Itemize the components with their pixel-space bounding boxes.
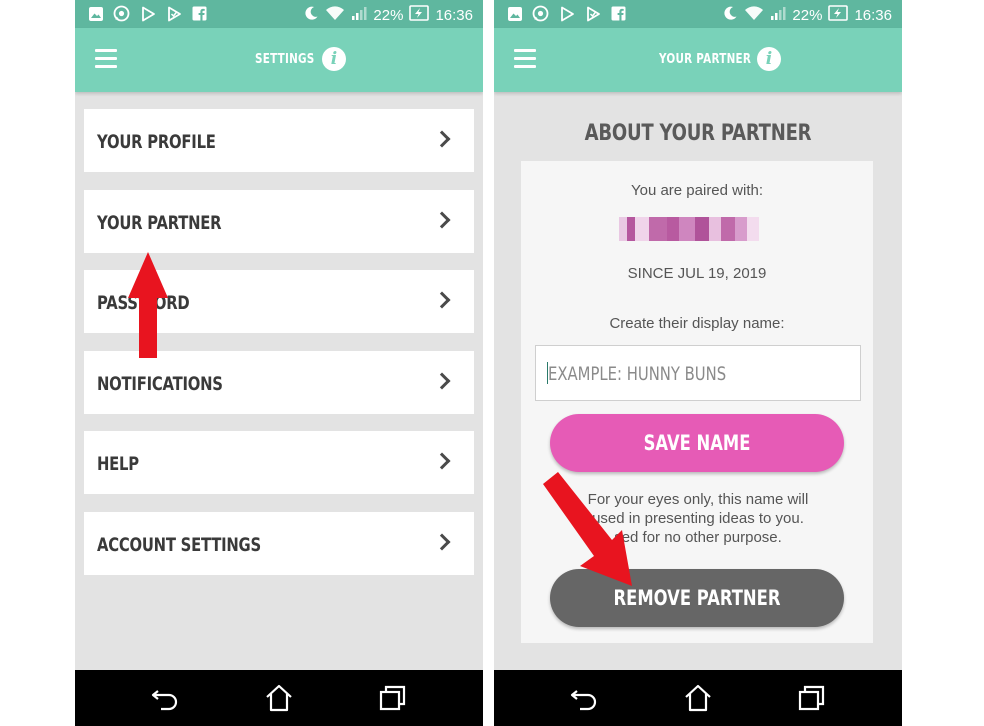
whatsapp-icon [113, 5, 130, 22]
system-status: 22% 16:36 [303, 4, 473, 26]
menu-item-password[interactable]: PASSWORD [84, 270, 474, 333]
status-bar: 22% 16:36 [494, 0, 902, 28]
save-name-label: SAVE NAME [643, 431, 751, 455]
menu-item-notifications[interactable]: NOTIFICATIONS [84, 351, 474, 414]
signal-icon [770, 5, 786, 25]
battery-percent: 22% [792, 6, 823, 24]
notification-icons [506, 5, 627, 22]
back-icon[interactable] [149, 682, 181, 714]
paired-since-date: SINCE JUL 19, 2019 [627, 265, 767, 282]
status-bar: 22% 16:36 [75, 0, 483, 28]
chevron-right-icon [433, 211, 451, 229]
play-store-icon [165, 5, 182, 22]
menu-item-label: HELP [97, 453, 139, 475]
facebook-icon [191, 5, 208, 22]
menu-item-help[interactable]: HELP [84, 431, 474, 494]
menu-item-label: YOUR PARTNER [97, 212, 222, 234]
system-status: 22% 16:36 [722, 4, 892, 26]
display-name-note: For your eyes only, this name will used … [551, 490, 845, 547]
page-title: YOUR PARTNER [659, 52, 752, 67]
remove-partner-button[interactable]: REMOVE PARTNER [550, 569, 844, 627]
app-bar: YOUR PARTNER i [494, 28, 902, 92]
whatsapp-icon [532, 5, 549, 22]
app-bar: SETTINGS i [75, 28, 483, 92]
recents-icon[interactable] [377, 682, 409, 714]
partner-screen: 22% 16:36 YOUR PARTNER i ABOUT YOUR PART… [494, 0, 902, 726]
navigation-bar [75, 670, 483, 726]
clock: 16:36 [854, 6, 892, 24]
menu-item-your-profile[interactable]: YOUR PROFILE [84, 109, 474, 172]
display-name-label: Create their display name: [609, 315, 785, 332]
menu-item-label: YOUR PROFILE [97, 131, 216, 153]
moon-icon [303, 5, 319, 25]
paired-with-label: You are paired with: [630, 182, 764, 199]
play-store-icon [558, 5, 575, 22]
back-icon[interactable] [568, 682, 600, 714]
home-icon[interactable] [263, 682, 295, 714]
chevron-right-icon [433, 533, 451, 551]
info-icon[interactable]: i [322, 47, 346, 71]
display-name-input[interactable]: EXAMPLE: HUNNY BUNS [535, 345, 861, 401]
menu-item-label: NOTIFICATIONS [97, 373, 223, 395]
menu-icon[interactable] [95, 49, 117, 69]
note-line: For your eyes only, this name will [587, 491, 809, 508]
page-title: SETTINGS [255, 52, 315, 67]
battery-icon [828, 4, 849, 26]
chevron-right-icon [433, 372, 451, 390]
battery-percent: 22% [373, 6, 404, 24]
play-store-icon [584, 5, 601, 22]
navigation-bar [494, 670, 902, 726]
partner-name-pixelated [619, 217, 773, 241]
partner-card: You are paired with: SINCE JUL 19, 2019 … [521, 161, 873, 643]
menu-item-your-partner[interactable]: YOUR PARTNER [84, 190, 474, 253]
gallery-icon [87, 5, 104, 22]
signal-icon [351, 5, 367, 25]
section-title: ABOUT YOUR PARTNER [584, 121, 812, 146]
play-store-icon [139, 5, 156, 22]
gallery-icon [506, 5, 523, 22]
notification-icons [87, 5, 208, 22]
info-icon[interactable]: i [757, 47, 781, 71]
moon-icon [722, 5, 738, 25]
chevron-right-icon [433, 452, 451, 470]
clock: 16:36 [435, 6, 473, 24]
settings-screen: 22% 16:36 SETTINGS i YOUR PROFILE YOUR P… [75, 0, 483, 726]
battery-icon [409, 4, 430, 26]
home-icon[interactable] [682, 682, 714, 714]
facebook-icon [610, 5, 627, 22]
wifi-icon [325, 5, 345, 25]
menu-item-account-settings[interactable]: ACCOUNT SETTINGS [84, 512, 474, 575]
display-name-placeholder: EXAMPLE: HUNNY BUNS [548, 363, 727, 385]
remove-partner-label: REMOVE PARTNER [613, 586, 781, 610]
chevron-right-icon [433, 130, 451, 148]
chevron-right-icon [433, 291, 451, 309]
menu-icon[interactable] [514, 49, 536, 69]
recents-icon[interactable] [796, 682, 828, 714]
save-name-button[interactable]: SAVE NAME [550, 414, 844, 472]
note-line: sed for no other purpose. [614, 529, 782, 546]
menu-item-label: PASSWORD [97, 292, 190, 314]
menu-item-label: ACCOUNT SETTINGS [97, 534, 261, 556]
note-line: used in presenting ideas to you. [592, 510, 804, 527]
wifi-icon [744, 5, 764, 25]
